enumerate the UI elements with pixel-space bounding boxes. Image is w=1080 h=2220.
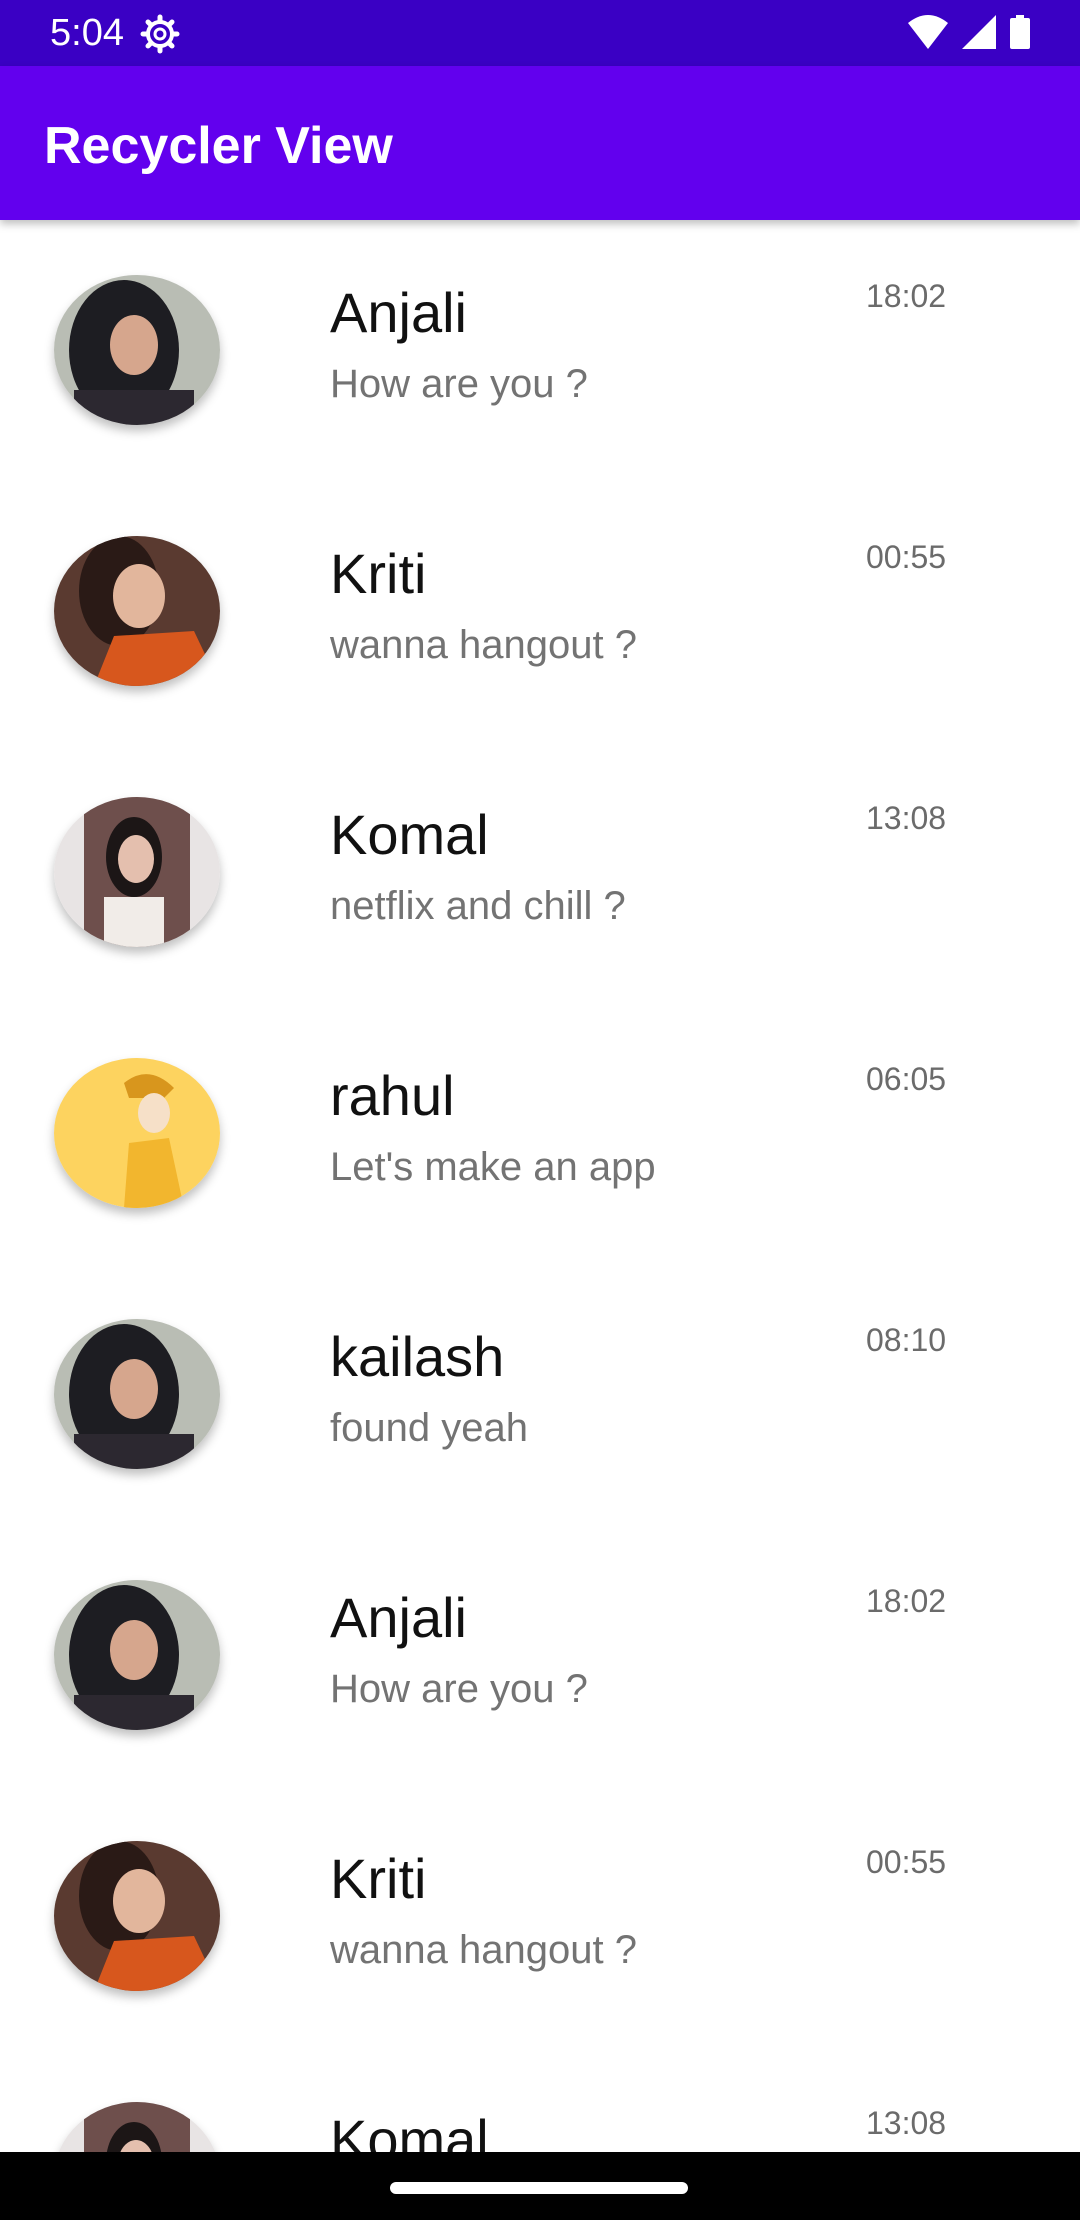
chat-row[interactable]: Anjali How are you ? 18:02: [0, 1525, 1080, 1786]
signal-icon: [962, 14, 996, 54]
avatar: [54, 275, 220, 425]
chat-row[interactable]: Kriti wanna hangout ? 00:55: [0, 481, 1080, 742]
message-time: 06:05: [866, 1061, 947, 1097]
contact-name: Kriti: [330, 542, 427, 605]
contact-name: rahul: [330, 1064, 455, 1127]
avatar: [54, 536, 220, 686]
chat-row[interactable]: Komal netflix and chill ? 13:08: [0, 742, 1080, 1003]
contact-name: Kriti: [330, 1847, 427, 1910]
contact-name: Anjali: [330, 1586, 467, 1649]
avatar: [54, 797, 220, 947]
home-gesture-handle[interactable]: [390, 2182, 688, 2194]
avatar: [54, 1058, 220, 1208]
last-message: How are you ?: [330, 1667, 588, 1711]
last-message: netflix and chill ?: [330, 884, 626, 928]
navigation-bar: [0, 2152, 1080, 2220]
message-time: 18:02: [866, 278, 947, 314]
last-message: wanna hangout ?: [330, 623, 637, 667]
avatar: [54, 1841, 220, 1991]
gear-icon: [140, 14, 180, 54]
chat-row[interactable]: rahul Let's make an app 06:05: [0, 1003, 1080, 1264]
message-time: 00:55: [866, 539, 947, 575]
chat-row[interactable]: Anjali How are you ? 18:02: [0, 220, 1080, 481]
wifi-icon: [908, 14, 948, 54]
last-message: found yeah: [330, 1406, 528, 1450]
avatar: [54, 1580, 220, 1730]
chat-row[interactable]: Kriti wanna hangout ? 00:55: [0, 1786, 1080, 2047]
message-time: 18:02: [866, 1583, 947, 1619]
chat-row[interactable]: Komal 13:08: [0, 2047, 1080, 2152]
avatar: [54, 1319, 220, 1469]
message-time: 13:08: [866, 800, 947, 836]
chat-row[interactable]: kailash found yeah 08:10: [0, 1264, 1080, 1525]
last-message: Let's make an app: [330, 1145, 656, 1189]
contact-name: Anjali: [330, 281, 467, 344]
status-bar: 5:04: [0, 0, 1080, 66]
message-time: 00:55: [866, 1844, 947, 1880]
avatar: [54, 2102, 220, 2152]
last-message: How are you ?: [330, 362, 588, 406]
last-message: wanna hangout ?: [330, 1928, 637, 1972]
app-title: Recycler View: [44, 117, 393, 175]
message-time: 13:08: [866, 2105, 947, 2141]
contact-name: kailash: [330, 1325, 505, 1388]
message-time: 08:10: [866, 1322, 947, 1358]
battery-icon: [1010, 14, 1030, 54]
app-bar: Recycler View: [0, 66, 1080, 220]
chat-list[interactable]: Anjali How are you ? 18:02 Kriti wanna h…: [0, 220, 1080, 2152]
contact-name: Komal: [330, 803, 489, 866]
contact-name: Komal: [330, 2108, 489, 2152]
status-time: 5:04: [50, 12, 124, 54]
